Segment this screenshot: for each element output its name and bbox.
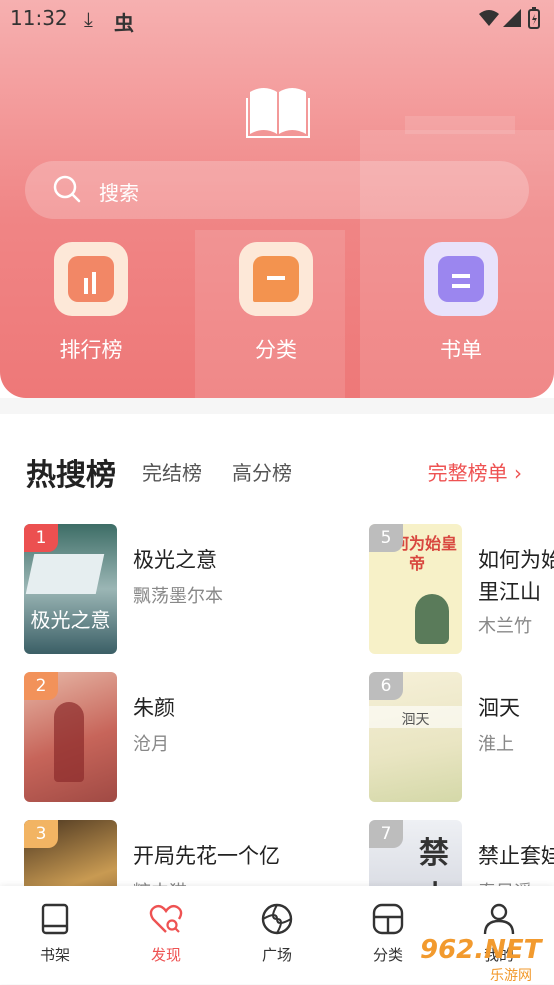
download-icon: ⤓ [84,7,93,31]
nav-bookshelf[interactable]: 书架 [10,902,100,965]
category-icon [239,242,313,316]
nav-discover[interactable]: 发现 [121,902,211,965]
cover-title: 极光之意 [30,608,111,632]
cover-title: 洄天 [401,712,430,728]
battery-icon [528,7,540,29]
search-placeholder: 搜索 [99,181,139,205]
quick-entry-booklist[interactable]: 书单 [406,242,516,364]
book-item[interactable]: 如何为始皇帝 5 如何为始 里江山 木兰竹 [369,524,554,654]
decor-roof [405,116,515,134]
book-title: 朱颜 [133,696,175,720]
quick-entry-label: 书单 [440,338,482,362]
search-bar[interactable]: 搜索 [25,161,529,219]
tab-high-score[interactable]: 高分榜 [232,457,292,486]
book-item[interactable]: 极光之意 1 极光之意 飘荡墨尔本 [24,524,344,654]
discover-icon [149,904,183,933]
booklist-icon [424,242,498,316]
book-title-line2: 里江山 [478,580,541,604]
tab-completed[interactable]: 完结榜 [142,457,202,486]
search-icon [53,175,81,203]
book-author: 飘荡墨尔本 [133,586,223,607]
plaza-icon [261,903,293,935]
ranking-icon [54,242,128,316]
nav-label: 发现 [150,946,181,964]
book-cover: 洄天 6 [369,672,462,802]
wifi-icon [479,10,499,26]
nav-label: 广场 [261,946,292,964]
rank-badge: 5 [369,524,403,552]
status-time: 11:32 [10,6,68,30]
quick-entry-category[interactable]: 分类 [221,242,331,364]
book-logo-icon [246,88,310,138]
book-item[interactable]: 洄天 6 洄天 淮上 [369,672,554,802]
profile-icon [483,903,515,935]
rank-badge: 2 [24,672,58,700]
rank-badge: 7 [369,820,403,848]
book-cover: 极光之意 1 [24,524,117,654]
book-author: 淮上 [478,734,514,755]
watermark-sub: 乐游网 [490,968,532,984]
signal-icon [503,9,521,27]
quick-entry-ranking[interactable]: 排行榜 [36,242,146,364]
book-title: 如何为始 [478,548,554,572]
bookshelf-icon [41,903,69,935]
book-title: 禁止套娃 [478,844,554,868]
book-title: 洄天 [478,696,520,720]
watermark-logo: 962.NET [420,935,542,965]
rank-badge: 6 [369,672,403,700]
book-title: 极光之意 [133,548,217,572]
quick-entry-label: 分类 [255,338,297,362]
site-watermark: 962.NET 乐游网 [420,935,554,984]
book-cover: 2 [24,672,117,802]
section-divider [0,398,554,414]
full-ranking-link[interactable]: 完整榜单 › [428,457,522,486]
quick-entry-label: 排行榜 [59,338,123,362]
book-author: 木兰竹 [478,616,532,637]
tab-hot-search[interactable]: 热搜榜 [26,450,116,494]
category-icon [372,903,404,935]
nav-plaza[interactable]: 广场 [232,902,322,965]
rank-badge: 3 [24,820,58,848]
discover-header: 11:32 ⤓ 虫 搜索 排行榜 分类 书单 [0,0,554,398]
book-cover: 如何为始皇帝 5 [369,524,462,654]
book-author: 沧月 [133,734,169,755]
book-title: 开局先花一个亿 [133,844,280,868]
notification-icon: 虫 [114,11,134,35]
ranking-tabs: 热搜榜 完结榜 高分榜 完整榜单 › [0,440,554,500]
status-bar: 11:32 ⤓ 虫 [0,0,554,38]
book-item[interactable]: 2 朱颜 沧月 [24,672,344,802]
rank-badge: 1 [24,524,58,552]
nav-label: 书架 [39,946,70,964]
